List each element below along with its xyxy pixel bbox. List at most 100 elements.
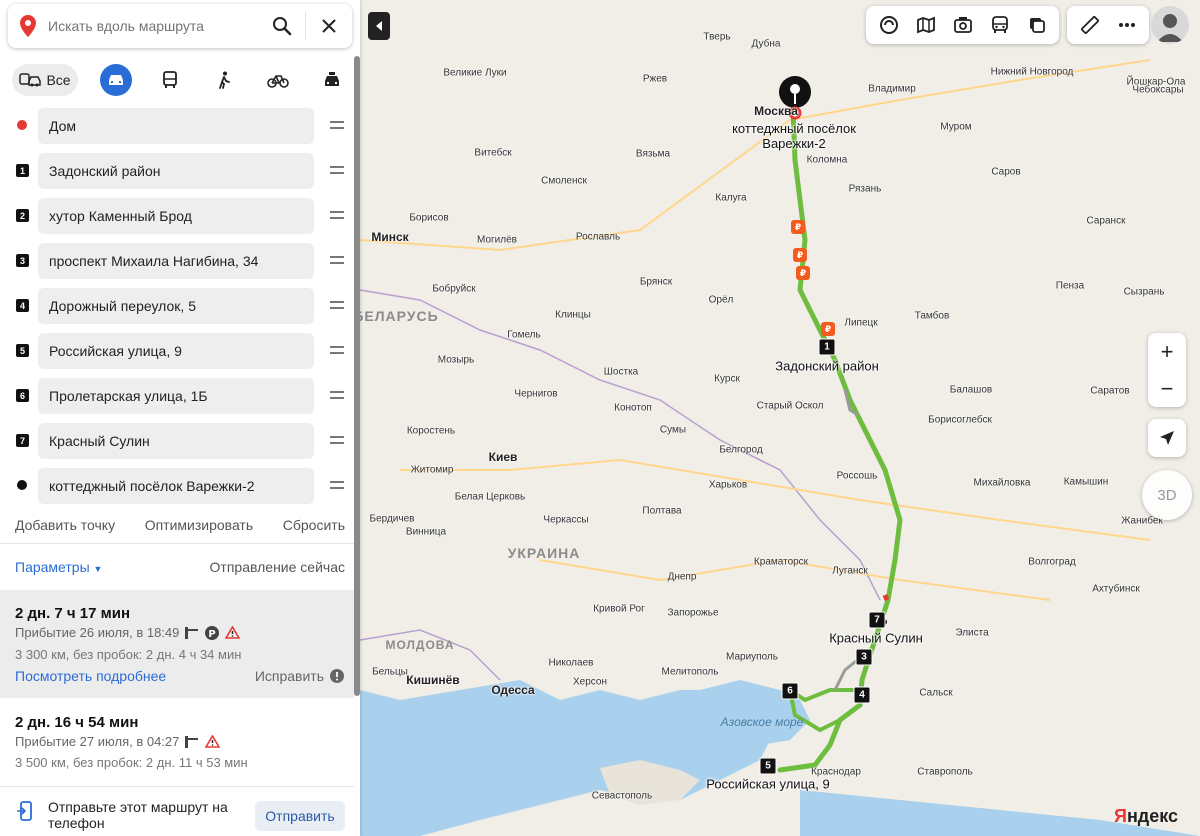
- close-button[interactable]: [306, 4, 352, 48]
- mode-all-button[interactable]: Все: [12, 64, 78, 96]
- route-option-2[interactable]: 2 дн. 16 ч 54 мин Прибытие 27 июля, в 04…: [0, 700, 354, 786]
- map-layers-icon[interactable]: [907, 6, 944, 44]
- waypoint-field[interactable]: Российская улица, 9: [38, 333, 314, 369]
- layer-switch-icon[interactable]: [1018, 6, 1055, 44]
- toll-road-icon[interactable]: ₽: [793, 248, 807, 262]
- route-arrival: Прибытие 26 июля, в 18:49: [15, 625, 180, 640]
- drag-handle-icon[interactable]: [330, 432, 344, 448]
- waypoint-field[interactable]: Красный Сулин: [38, 423, 314, 459]
- fix-route-button[interactable]: Исправить: [255, 668, 344, 684]
- walk-icon: [219, 71, 230, 89]
- waypoint-item: коттеджный посёлок Варежки-2: [0, 467, 354, 512]
- panel-scrollbar[interactable]: [354, 56, 360, 696]
- city-label: Сызрань: [1123, 286, 1165, 298]
- drag-handle-icon[interactable]: [330, 162, 344, 178]
- mode-walk-button[interactable]: [208, 64, 240, 96]
- 3d-toggle-button[interactable]: 3D: [1142, 470, 1192, 520]
- toll-road-icon[interactable]: ₽: [796, 266, 810, 280]
- mode-taxi-button[interactable]: [316, 64, 348, 96]
- waypoint-field[interactable]: Задонский район: [38, 153, 314, 189]
- drag-handle-icon[interactable]: [330, 477, 344, 493]
- city-label: Липецк: [844, 317, 878, 329]
- waypoint-field[interactable]: Пролетарская улица, 1Б: [38, 378, 314, 414]
- my-location-icon[interactable]: [1148, 419, 1186, 457]
- city-label: Ахтубинск: [1092, 583, 1140, 595]
- departure-time[interactable]: Отправление сейчас: [210, 559, 345, 575]
- toll-road-icon[interactable]: ₽: [821, 322, 835, 336]
- waypoint-number: 4: [16, 299, 29, 312]
- city-label: Запорожье: [667, 607, 719, 619]
- start-pin-dot: [790, 84, 800, 94]
- city-label: Мариуполь: [726, 651, 778, 663]
- city-label: Борисов: [409, 212, 449, 224]
- city-label: Старый Оскол: [756, 400, 824, 412]
- city-label: Ставрополь: [917, 766, 973, 778]
- add-point-button[interactable]: Добавить точку: [15, 517, 115, 533]
- zoom-in-button[interactable]: +: [1148, 333, 1186, 370]
- city-label: Днепр: [667, 571, 697, 583]
- city-label: Житомир: [410, 464, 454, 476]
- tools-group: [1067, 6, 1149, 44]
- route-label-ross: Российская улица, 9: [706, 776, 830, 792]
- route-search-input[interactable]: [48, 18, 259, 34]
- drag-handle-icon[interactable]: [330, 387, 344, 403]
- city-label: Вязьма: [635, 148, 671, 160]
- city-label: Сумы: [659, 424, 687, 436]
- send-button[interactable]: Отправить: [255, 801, 345, 831]
- drag-handle-icon[interactable]: [330, 117, 344, 133]
- mode-bus-button[interactable]: [154, 64, 186, 96]
- mode-car-button[interactable]: [100, 64, 132, 96]
- toll-road-icon[interactable]: ₽: [791, 220, 805, 234]
- route-marker-6[interactable]: 6: [781, 682, 799, 700]
- search-button[interactable]: [259, 4, 305, 48]
- waypoint-marker: 6: [16, 389, 29, 402]
- layers-group: [866, 6, 1059, 44]
- waypoint-field[interactable]: коттеджный посёлок Варежки-2: [38, 468, 314, 504]
- waypoint-field[interactable]: Дом: [38, 108, 314, 144]
- city-label: Муром: [940, 121, 972, 133]
- send-to-phone: Отправьте этот маршрут на телефон Отправ…: [0, 786, 354, 836]
- zoom-out-button[interactable]: −: [1148, 370, 1186, 407]
- route-marker-1[interactable]: 1: [818, 338, 836, 356]
- route-search-bar: [8, 4, 352, 48]
- route-option-1[interactable]: 2 дн. 7 ч 17 мин Прибытие 26 июля, в 18:…: [0, 590, 354, 698]
- mode-bike-button[interactable]: [262, 64, 294, 96]
- more-icon[interactable]: [1108, 6, 1145, 44]
- drag-handle-icon[interactable]: [330, 297, 344, 313]
- route-marker-4[interactable]: 4: [853, 686, 871, 704]
- route-line[interactable]: [777, 107, 903, 773]
- optimize-button[interactable]: Оптимизировать: [145, 517, 253, 533]
- route-label-sulin: Красный Сулин: [829, 630, 923, 646]
- route-details-link[interactable]: Посмотреть подробнее: [15, 668, 166, 684]
- waypoint-field[interactable]: Дорожный переулок, 5: [38, 288, 314, 324]
- city-label: Чернигов: [514, 388, 558, 400]
- transport-icon[interactable]: [981, 6, 1018, 44]
- city-label: Кривой Рог: [593, 603, 645, 615]
- route-marker-7[interactable]: 7: [868, 611, 886, 629]
- city-label: Борисоглебск: [928, 414, 992, 426]
- city-label: Бобруйск: [432, 283, 476, 295]
- params-dropdown[interactable]: Параметры ▼: [15, 559, 102, 575]
- waypoint-field[interactable]: проспект Михаила Нагибина, 34: [38, 243, 314, 279]
- drag-handle-icon[interactable]: [330, 252, 344, 268]
- city-label: Белая Церковь: [454, 491, 526, 503]
- drag-handle-icon[interactable]: [330, 342, 344, 358]
- paid-parking-icon: P: [205, 625, 220, 640]
- reset-button[interactable]: Сбросить: [283, 517, 345, 533]
- ruler-icon[interactable]: [1071, 6, 1108, 44]
- waypoint-marker: 5: [16, 344, 29, 357]
- city-label: Бердичев: [369, 513, 415, 525]
- user-avatar[interactable]: [1151, 6, 1189, 44]
- taxi-icon: [325, 72, 339, 86]
- route-actions: Добавить точку Оптимизировать Сбросить: [15, 517, 345, 533]
- city-label: Владимир: [868, 83, 916, 95]
- panorama-icon[interactable]: [944, 6, 981, 44]
- waypoint-field[interactable]: хутор Каменный Брод: [38, 198, 314, 234]
- route-marker-5[interactable]: 5: [759, 757, 777, 775]
- traffic-icon[interactable]: [870, 6, 907, 44]
- drag-handle-icon[interactable]: [330, 207, 344, 223]
- collapse-panel-button[interactable]: [368, 12, 390, 40]
- route-label-start: коттеджный посёлок Варежки-2: [729, 121, 859, 151]
- city-label: Херсон: [573, 676, 607, 688]
- route-marker-3[interactable]: 3: [855, 648, 873, 666]
